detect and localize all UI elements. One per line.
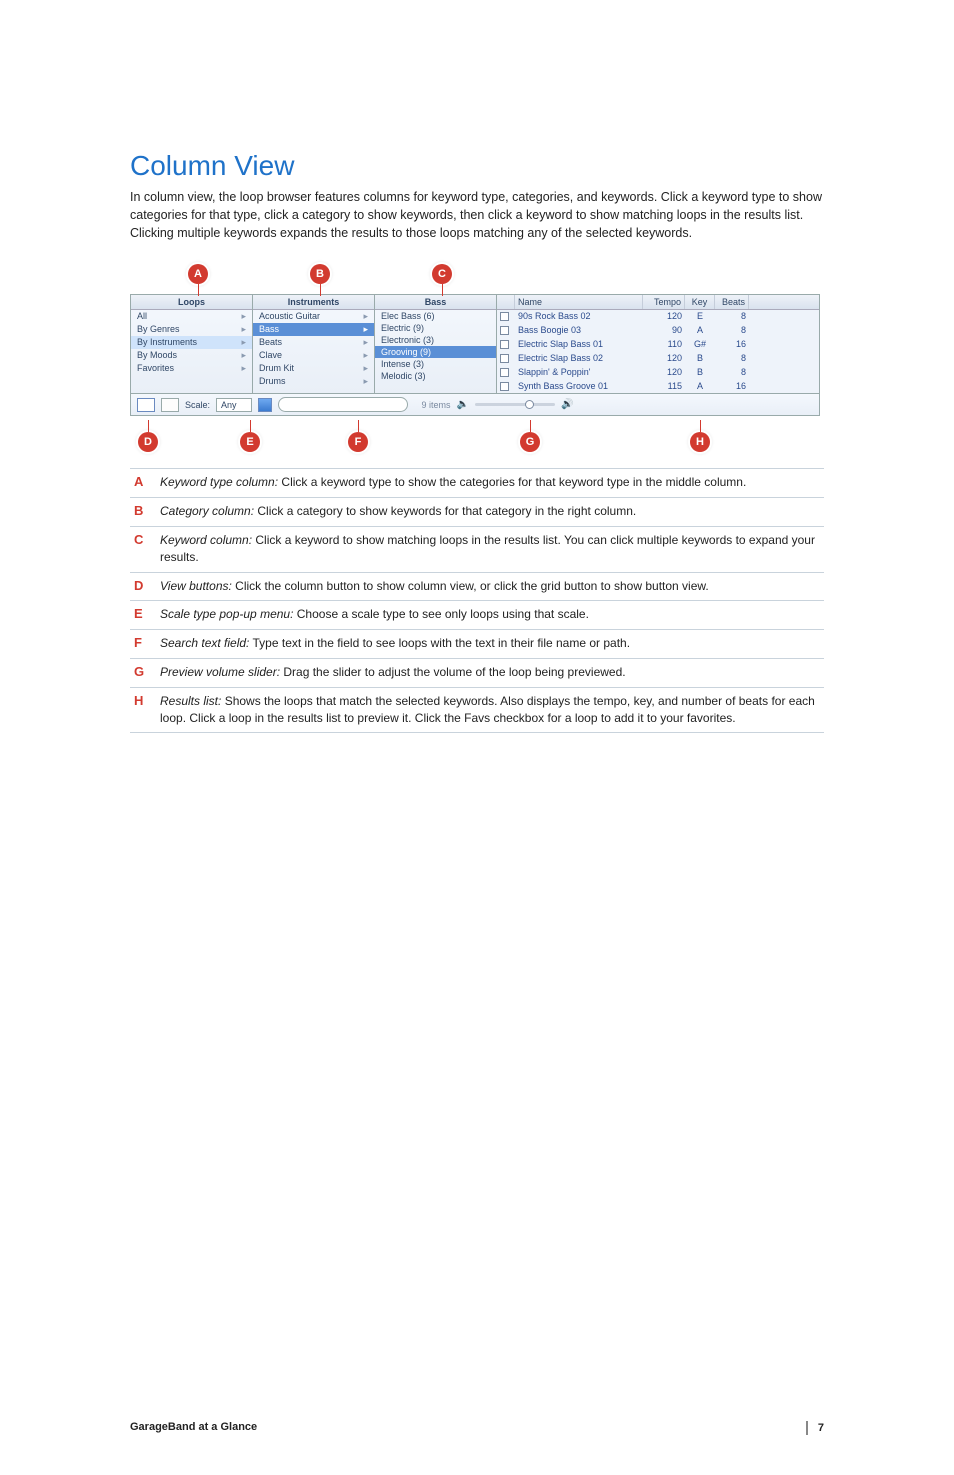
legend-text: View buttons: Click the column button to… (160, 578, 709, 595)
legend-text: Keyword type column: Click a keyword typ… (160, 474, 746, 491)
volume-thumb[interactable] (525, 400, 534, 409)
legend-row: B Category column: Click a category to sh… (130, 497, 824, 526)
marker-f: F (348, 432, 368, 452)
browser-panel: Loops All▸By Genres▸By Instruments▸By Mo… (130, 294, 820, 394)
marker-e: E (240, 432, 260, 452)
marker-h: H (690, 432, 710, 452)
intro-paragraph: In column view, the loop browser feature… (130, 188, 824, 242)
favorite-checkbox[interactable] (500, 354, 509, 363)
loop-browser-screenshot: A B C Loops All▸By Genres▸By Instruments… (130, 264, 820, 454)
marker-a: A (188, 264, 208, 284)
marker-row-bottom: D E F G H (130, 420, 820, 454)
page-number: 7 (818, 1422, 824, 1434)
keyword-type-row[interactable]: By Genres▸ (131, 323, 252, 336)
legend-row: G Preview volume slider: Drag the slider … (130, 658, 824, 687)
page-footer: GarageBand at a Glance 7 (130, 1415, 824, 1435)
favorite-checkbox[interactable] (500, 340, 509, 349)
items-count-label: 9 items (422, 400, 451, 410)
legend-row: C Keyword column: Click a keyword to show… (130, 526, 824, 572)
column-view-button[interactable] (137, 398, 155, 412)
scale-dropdown-icon[interactable] (258, 398, 272, 412)
footer-title: GarageBand at a Glance (130, 1421, 257, 1435)
category-row[interactable]: Beats▸ (253, 336, 374, 349)
favorite-checkbox[interactable] (500, 368, 509, 377)
legend-table: A Keyword type column: Click a keyword ty… (130, 468, 824, 733)
keyword-type-column: Loops All▸By Genres▸By Instruments▸By Mo… (131, 295, 253, 393)
legend-key: A (134, 474, 150, 491)
keyword-row[interactable]: Grooving (9) (375, 346, 496, 358)
browser-toolbar: Scale: Any 9 items 🔈 🔊 (130, 394, 820, 416)
favorite-checkbox[interactable] (500, 326, 509, 335)
keyword-type-row[interactable]: All▸ (131, 310, 252, 323)
search-input[interactable] (278, 397, 408, 412)
marker-row-top: A B C (130, 264, 820, 294)
results-head-tempo[interactable]: Tempo (643, 295, 685, 309)
category-column: Instruments Acoustic Guitar▸Bass▸Beats▸C… (253, 295, 375, 393)
keyword-column: Bass Elec Bass (6)Electric (9)Electronic… (375, 295, 497, 393)
legend-key: G (134, 664, 150, 681)
keyword-type-row[interactable]: By Moods▸ (131, 349, 252, 362)
legend-row: E Scale type pop-up menu: Choose a scale … (130, 600, 824, 629)
keyword-row[interactable]: Electric (9) (375, 322, 496, 334)
grid-view-button[interactable] (161, 398, 179, 412)
results-head-key[interactable]: Key (685, 295, 715, 309)
marker-c: C (432, 264, 452, 284)
marker-b: B (310, 264, 330, 284)
legend-text: Search text field: Type text in the fiel… (160, 635, 630, 652)
legend-key: F (134, 635, 150, 652)
category-row[interactable]: Bass▸ (253, 323, 374, 336)
scale-pop-up-menu[interactable]: Any (216, 398, 252, 412)
speaker-icon-high: 🔊 (561, 399, 573, 410)
keyword-type-row[interactable]: By Instruments▸ (131, 336, 252, 349)
speaker-icon-low: 🔈 (457, 399, 469, 410)
results-row[interactable]: Bass Boogie 0390A8 (497, 324, 819, 338)
marker-g: G (520, 432, 540, 452)
results-head-name[interactable]: Name (515, 295, 643, 309)
results-row[interactable]: Electric Slap Bass 01110G#16 (497, 338, 819, 352)
legend-key: C (134, 532, 150, 566)
preview-volume-slider[interactable] (475, 403, 555, 406)
footer-divider (806, 1421, 808, 1435)
legend-text: Category column: Click a category to sho… (160, 503, 636, 520)
category-row[interactable]: Drums▸ (253, 375, 374, 388)
category-row[interactable]: Acoustic Guitar▸ (253, 310, 374, 323)
col-head-bass: Bass (375, 295, 496, 310)
favorite-checkbox[interactable] (500, 382, 509, 391)
col-head-instruments: Instruments (253, 295, 374, 310)
legend-text: Keyword column: Click a keyword to show … (160, 532, 820, 566)
legend-text: Results list: Shows the loops that match… (160, 693, 820, 727)
legend-key: B (134, 503, 150, 520)
keyword-row[interactable]: Intense (3) (375, 358, 496, 370)
col-head-loops: Loops (131, 295, 252, 310)
legend-text: Scale type pop-up menu: Choose a scale t… (160, 606, 589, 623)
page-title: Column View (130, 150, 824, 182)
legend-key: D (134, 578, 150, 595)
category-row[interactable]: Clave▸ (253, 349, 374, 362)
results-row[interactable]: 90s Rock Bass 02120E8 (497, 310, 819, 324)
legend-row: F Search text field: Type text in the fie… (130, 629, 824, 658)
legend-key: H (134, 693, 150, 727)
scale-label: Scale: (185, 400, 210, 410)
category-row[interactable]: Drum Kit▸ (253, 362, 374, 375)
results-row[interactable]: Slappin' & Poppin'120B8 (497, 366, 819, 380)
keyword-row[interactable]: Melodic (3) (375, 370, 496, 382)
legend-key: E (134, 606, 150, 623)
legend-row: H Results list: Shows the loops that matc… (130, 687, 824, 734)
results-head-fav[interactable] (497, 295, 515, 309)
keyword-row[interactable]: Elec Bass (6) (375, 310, 496, 322)
keyword-row[interactable]: Electronic (3) (375, 334, 496, 346)
legend-row: D View buttons: Click the column button t… (130, 572, 824, 601)
marker-d: D (138, 432, 158, 452)
results-row[interactable]: Electric Slap Bass 02120B8 (497, 352, 819, 366)
legend-row: A Keyword type column: Click a keyword ty… (130, 468, 824, 497)
results-header: Name Tempo Key Beats (497, 295, 819, 310)
results-list: Name Tempo Key Beats 90s Rock Bass 02120… (497, 295, 820, 393)
results-row[interactable]: Synth Bass Groove 01115A16 (497, 380, 819, 394)
favorite-checkbox[interactable] (500, 312, 509, 321)
legend-text: Preview volume slider: Drag the slider t… (160, 664, 626, 681)
keyword-type-row[interactable]: Favorites▸ (131, 362, 252, 375)
results-head-beats[interactable]: Beats (715, 295, 749, 309)
